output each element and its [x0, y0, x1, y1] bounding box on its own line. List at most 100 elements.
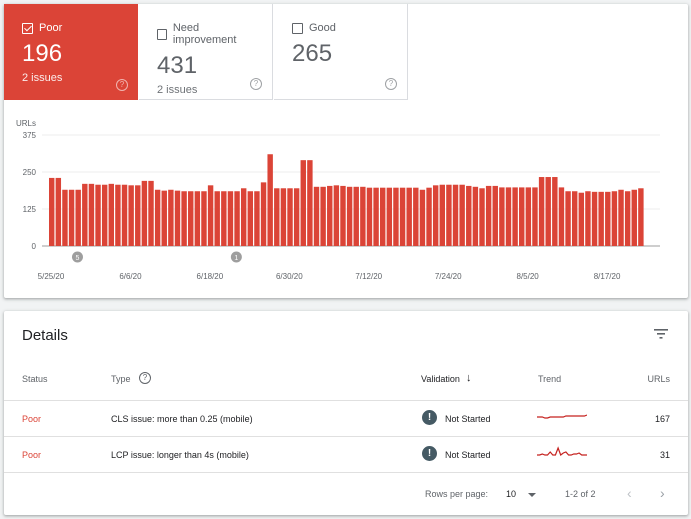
bar — [552, 177, 558, 246]
checkbox-icon[interactable] — [157, 28, 167, 40]
bar — [320, 186, 326, 246]
bar — [293, 188, 300, 246]
header-trend: Trend — [538, 374, 562, 384]
tile-issues: 2 issues — [22, 72, 63, 84]
bar — [419, 189, 426, 246]
type-cell: CLS issue: more than 0.25 (mobile) — [111, 414, 253, 424]
bar — [432, 185, 439, 246]
bar — [492, 185, 498, 246]
bar — [446, 184, 452, 246]
bar — [161, 190, 167, 246]
bar — [426, 187, 432, 246]
rows-per-page-label: Rows per page: — [425, 489, 489, 499]
trend-sparkline — [537, 446, 587, 456]
bar — [499, 187, 505, 246]
help-icon[interactable]: ? — [116, 79, 128, 91]
help-icon[interactable]: ? — [139, 372, 151, 384]
y-axis-label: URLs — [16, 119, 36, 128]
bar — [399, 187, 406, 246]
tile-value: 431 — [157, 52, 198, 79]
bar — [307, 160, 313, 246]
bar — [135, 185, 141, 246]
bar — [174, 190, 181, 246]
bar — [55, 177, 62, 246]
bar — [611, 191, 618, 246]
bar — [101, 184, 108, 246]
x-tick-label: 6/30/20 — [276, 272, 303, 281]
bar — [565, 191, 571, 246]
bar — [558, 187, 565, 246]
bar — [313, 186, 320, 246]
trend-sparkline — [537, 414, 587, 419]
bar — [280, 188, 287, 246]
bar — [538, 177, 545, 246]
bar — [128, 185, 134, 246]
bar — [485, 185, 492, 246]
y-tick-label: 125 — [23, 205, 37, 214]
bar — [214, 191, 220, 246]
bar — [346, 186, 353, 246]
bar — [115, 184, 121, 246]
bar — [234, 191, 240, 246]
bar — [201, 191, 207, 246]
status-cell: Poor — [22, 450, 42, 460]
sort-down-arrow-icon[interactable]: ↓ — [466, 372, 472, 384]
bar — [393, 187, 399, 246]
table-row[interactable]: Poor LCP issue: longer than 4s (mobile) … — [4, 436, 688, 472]
header-validation[interactable]: Validation — [421, 374, 460, 384]
tile-issues: 2 issues — [157, 84, 198, 96]
annotation-label: 5 — [76, 255, 80, 262]
bar — [181, 191, 187, 246]
urls-bar-chart: URLs 0 125 250 375 5/25/20 6/6/20 6/18/20 6/30/… — [16, 119, 660, 281]
filter-icon[interactable] — [654, 329, 668, 339]
bar — [82, 183, 88, 246]
bar — [386, 187, 393, 246]
help-icon[interactable]: ? — [250, 78, 262, 90]
tile-label: Poor — [39, 22, 63, 34]
validation-cell: Not Started — [445, 450, 491, 460]
bar — [366, 187, 373, 246]
bar — [168, 189, 174, 246]
chevron-left-icon[interactable]: ‹ — [627, 485, 632, 501]
x-tick-label: 7/24/20 — [435, 272, 462, 281]
rows-per-page-select[interactable]: 10 — [506, 489, 516, 499]
x-tick-label: 6/6/20 — [119, 272, 142, 281]
exclamation-icon: ! — [422, 410, 437, 425]
header-type: Type — [111, 374, 131, 384]
y-tick-label: 0 — [32, 242, 37, 251]
table-row[interactable]: Poor CLS issue: more than 0.25 (mobile) … — [4, 400, 688, 436]
bar — [479, 188, 485, 246]
y-tick-label: 250 — [23, 168, 37, 177]
bar — [154, 189, 161, 246]
page-range: 1-2 of 2 — [565, 489, 596, 499]
bar — [578, 192, 585, 246]
dropdown-arrow-icon[interactable] — [528, 493, 536, 497]
bar — [624, 191, 631, 246]
bar — [380, 187, 386, 246]
tile-good[interactable]: Good 265 ? — [274, 4, 408, 100]
bar — [545, 177, 551, 246]
bar — [406, 187, 412, 246]
bar — [240, 188, 247, 246]
tile-need-improvement[interactable]: Need improvement 431 2 issues ? — [139, 4, 273, 100]
bar — [585, 191, 591, 246]
checkbox-icon[interactable] — [22, 22, 33, 34]
bar — [274, 188, 280, 246]
bar — [373, 187, 379, 246]
bar — [598, 191, 604, 246]
bar — [260, 182, 267, 246]
chevron-right-icon[interactable]: › — [660, 485, 665, 501]
checkbox-icon[interactable] — [292, 22, 303, 34]
help-icon[interactable]: ? — [385, 78, 397, 90]
bar — [519, 187, 525, 246]
y-tick-label: 375 — [23, 131, 37, 140]
tile-poor[interactable]: Poor 196 2 issues ? — [4, 4, 138, 100]
bar — [207, 185, 214, 246]
tile-label: Need improvement — [172, 22, 237, 46]
pagination-bar: Rows per page: 10 1-2 of 2 ‹ › — [4, 472, 688, 515]
urls-cell: 167 — [654, 414, 670, 424]
bar — [459, 184, 465, 246]
details-card: Details Status Type ? Validation ↓ Trend… — [4, 311, 688, 515]
bar — [452, 184, 459, 246]
status-cell: Poor — [22, 414, 42, 424]
